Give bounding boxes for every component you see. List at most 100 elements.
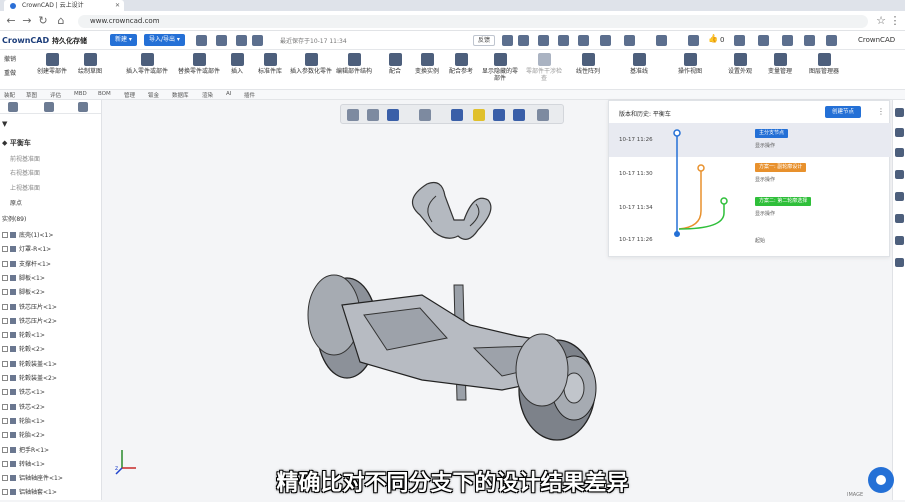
tree-part-item[interactable]: 轮胎<2> — [2, 430, 45, 439]
tree-part-item[interactable]: 轮毂<2> — [2, 344, 45, 353]
filter-icon[interactable] — [513, 109, 525, 121]
draw-sketch-button[interactable]: 绘制草图 — [74, 53, 106, 87]
project-name[interactable]: 持久化存储 — [52, 36, 87, 46]
expand-icon[interactable] — [2, 303, 8, 310]
mail-icon[interactable] — [734, 35, 745, 46]
fit-view-icon[interactable] — [367, 109, 379, 121]
rail-icon[interactable] — [895, 148, 904, 157]
linear-pattern-button[interactable]: 线性阵列 — [572, 53, 604, 87]
filter-icon[interactable]: ▼ — [2, 120, 7, 128]
tree-plane[interactable]: 右视基准面 — [10, 168, 40, 177]
assistant-button[interactable] — [868, 467, 894, 493]
appearance-button[interactable]: 设置外观 — [724, 53, 756, 87]
expand-icon[interactable] — [2, 432, 8, 439]
tree-part-item[interactable]: 轮胎<1> — [2, 416, 45, 425]
cube-icon[interactable] — [758, 35, 769, 46]
tab-plugins[interactable]: 插件 — [244, 91, 255, 99]
expand-icon[interactable] — [2, 317, 8, 324]
history-row[interactable]: 10-17 11:26 起始 — [609, 225, 891, 259]
monitor-icon[interactable] — [578, 35, 589, 46]
browser-tab[interactable]: CrownCAD | 云上设计 ✕ — [4, 0, 124, 11]
tree-origin[interactable]: 原点 — [10, 198, 22, 207]
share-icon[interactable] — [252, 35, 263, 46]
tree-part-item[interactable]: 轮毂<1> — [2, 330, 45, 339]
create-node-button[interactable]: 创建节点 — [825, 106, 861, 118]
tree-plane[interactable]: 前视基准面 — [10, 154, 40, 163]
user-name[interactable]: CrownCAD — [858, 36, 895, 44]
tab-bom[interactable]: BOM — [98, 91, 111, 97]
mate-reference-button[interactable]: 配合参考 — [446, 53, 476, 87]
copy-icon[interactable] — [236, 35, 247, 46]
create-part-button[interactable]: 创建零部件 — [36, 53, 68, 87]
expand-icon[interactable] — [2, 360, 8, 367]
appearance-icon[interactable] — [473, 109, 485, 121]
collapse-icon[interactable] — [502, 35, 513, 46]
target-icon[interactable] — [656, 35, 667, 46]
history-show-ops[interactable]: 显示操作 — [755, 176, 775, 183]
render-icon[interactable] — [493, 109, 505, 121]
rail-icon[interactable] — [895, 128, 904, 137]
more-icon[interactable]: ⋮ — [877, 107, 885, 116]
display-icon[interactable] — [537, 109, 549, 121]
mate-button[interactable]: 配合 — [384, 53, 406, 87]
insert-param-part-button[interactable]: 插入参数化零件 — [290, 53, 332, 87]
standard-parts-button[interactable]: 标准件库 — [254, 53, 286, 87]
display-tab-icon[interactable] — [78, 102, 88, 112]
tree-part-item[interactable]: 把手R<1> — [2, 445, 49, 454]
expand-icon[interactable] — [2, 332, 8, 339]
config-tab-icon[interactable] — [44, 102, 54, 112]
layer-manager-button[interactable]: 图层管理器 — [806, 53, 842, 87]
rail-icon[interactable] — [895, 192, 904, 201]
tree-root[interactable]: ◆ 平衡车 — [2, 138, 31, 148]
tab-sketch[interactable]: 草图 — [26, 91, 37, 99]
history-row[interactable]: 10-17 11:30 方案一: 副轮廓设计 显示操作 — [609, 157, 891, 191]
expand-icon[interactable] — [2, 403, 8, 410]
tab-render[interactable]: 渲染 — [202, 91, 213, 99]
show-hidden-button[interactable]: 显示隐藏的零部件 — [480, 53, 520, 87]
expand-icon[interactable] — [2, 289, 8, 296]
tree-part-item[interactable]: 铁芯压片<2> — [2, 316, 57, 325]
tree-part-item[interactable]: 底壳(1)<1> — [2, 230, 53, 239]
undo-button[interactable]: 撤销 重做 — [4, 53, 32, 87]
expand-icon[interactable] — [2, 260, 8, 267]
tab-manage[interactable]: 管理 — [124, 91, 135, 99]
view-cube-icon[interactable] — [387, 109, 399, 121]
people-icon[interactable] — [688, 35, 699, 46]
history-label[interactable]: 方案一: 副轮廓设计 — [755, 163, 807, 172]
tab-mbd[interactable]: MBD — [74, 91, 87, 97]
expand-icon[interactable] — [2, 417, 8, 424]
interference-check-button[interactable]: 零部件干涉检查 — [524, 53, 564, 87]
refresh-icon[interactable] — [216, 35, 227, 46]
forward-icon[interactable]: → — [20, 14, 34, 27]
tree-plane[interactable]: 上视基准面 — [10, 183, 40, 192]
reload-icon[interactable]: ↻ — [36, 14, 50, 27]
tab-ai[interactable]: AI — [226, 91, 231, 97]
history-label[interactable]: 方案二: 第二轮廓选择 — [755, 197, 812, 206]
menu-icon[interactable]: ⋮ — [888, 14, 902, 27]
window-icon[interactable] — [518, 35, 529, 46]
settings-icon[interactable] — [624, 35, 635, 46]
tab-database[interactable]: 数据库 — [172, 91, 189, 99]
tree-part-item[interactable]: 轮毂装盖<2> — [2, 373, 57, 382]
datum-line-button[interactable]: 基准线 — [626, 53, 652, 87]
rail-icon[interactable] — [895, 236, 904, 245]
share-network-icon[interactable] — [600, 35, 611, 46]
eye-icon[interactable] — [419, 109, 431, 121]
tab-sheetmetal[interactable]: 钣金 — [148, 91, 159, 99]
expand-icon[interactable] — [2, 375, 8, 381]
history-show-ops[interactable]: 显示操作 — [755, 142, 775, 149]
grid-icon[interactable] — [196, 35, 207, 46]
expand-icon[interactable] — [2, 446, 8, 453]
variable-manager-button[interactable]: 变量管理 — [764, 53, 796, 87]
tree-part-item[interactable]: 灯罩-R<1> — [2, 244, 51, 253]
grid-view-icon[interactable] — [804, 35, 815, 46]
tree-part-item[interactable]: 铁芯压片<1> — [2, 302, 57, 311]
crosshair-icon[interactable] — [826, 35, 837, 46]
tree-part-item[interactable]: 脚板<1> — [2, 273, 45, 282]
new-button[interactable]: 新建 ▾ — [110, 34, 137, 46]
rail-icon[interactable] — [895, 258, 904, 267]
search-icon[interactable] — [347, 109, 359, 121]
url-input[interactable]: www.crowncad.com — [78, 15, 868, 28]
rail-icon[interactable] — [895, 170, 904, 179]
transform-instance-button[interactable]: 变换实例 — [412, 53, 442, 87]
